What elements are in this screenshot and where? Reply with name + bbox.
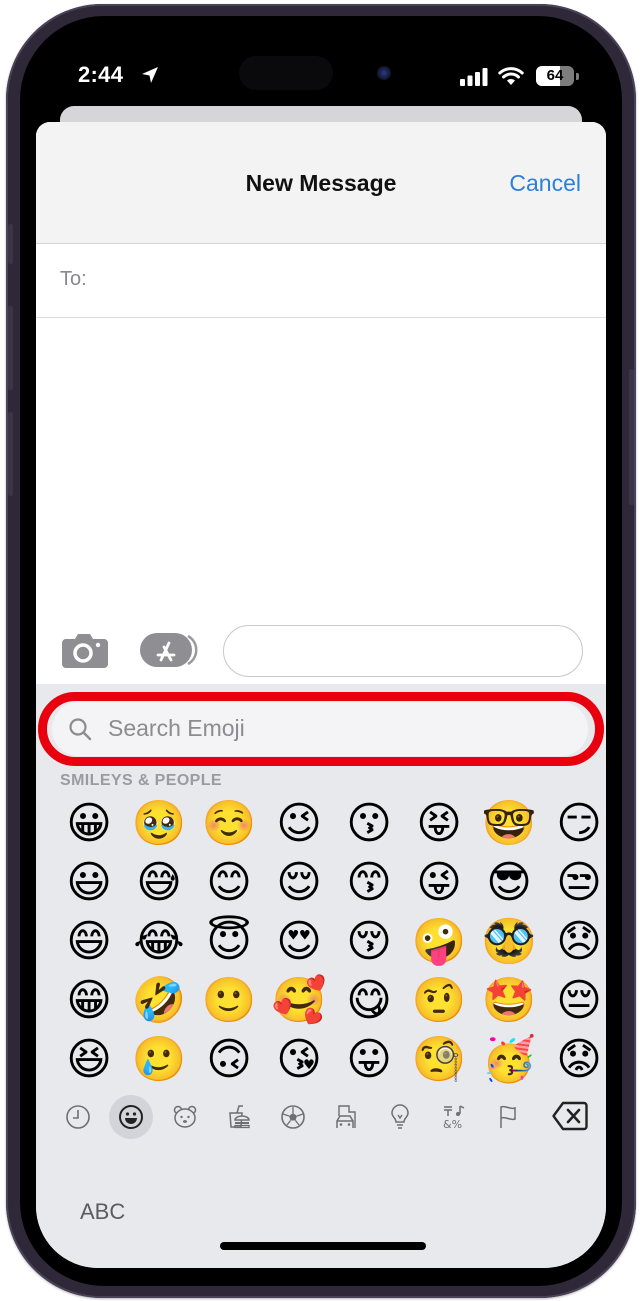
category-objects[interactable] bbox=[378, 1095, 422, 1139]
camera-icon[interactable] bbox=[62, 632, 108, 668]
emoji-key[interactable]: ☺️ bbox=[194, 794, 264, 853]
navigation-bar: New Message Cancel bbox=[36, 122, 606, 244]
emoji-key[interactable]: 😞 bbox=[544, 912, 606, 971]
search-placeholder: Search Emoji bbox=[108, 715, 245, 741]
emoji-key[interactable]: 😍 bbox=[264, 912, 334, 971]
emoji-key[interactable]: 🧐 bbox=[404, 1030, 474, 1089]
emoji-key[interactable]: 😏 bbox=[544, 794, 606, 853]
emoji-key[interactable]: 😊 bbox=[194, 853, 264, 912]
search-emoji-field[interactable]: Search Emoji bbox=[52, 702, 588, 756]
symbols-icon: &% bbox=[443, 1105, 465, 1130]
emoji-key[interactable]: 🤩 bbox=[474, 971, 544, 1030]
volume-down-button bbox=[8, 412, 13, 496]
emoji-key[interactable]: 😉 bbox=[264, 794, 334, 853]
cellular-signal-icon bbox=[460, 68, 488, 86]
clock-icon bbox=[66, 1105, 90, 1129]
compose-bar bbox=[36, 610, 606, 686]
dynamic-island bbox=[239, 56, 333, 90]
side-button bbox=[629, 369, 634, 505]
delete-backspace-icon[interactable] bbox=[552, 1100, 588, 1132]
to-label: To: bbox=[60, 268, 87, 290]
emoji-key[interactable]: 🥳 bbox=[474, 1030, 544, 1089]
category-animals-nature[interactable] bbox=[163, 1095, 207, 1139]
cancel-button[interactable]: Cancel bbox=[509, 170, 581, 197]
battery-percent: 64 bbox=[546, 67, 564, 84]
new-message-sheet: New Message Cancel To: Search Emoji SMIL… bbox=[36, 122, 606, 1268]
category-travel-places[interactable] bbox=[324, 1095, 368, 1139]
emoji-key[interactable]: 😂 bbox=[124, 912, 194, 971]
action-button bbox=[8, 224, 13, 264]
emoji-key[interactable]: 🤪 bbox=[404, 912, 474, 971]
abc-keyboard-button[interactable]: ABC bbox=[80, 1199, 125, 1225]
category-bar: &% bbox=[36, 1092, 606, 1142]
battery-indicator: 64 bbox=[536, 66, 574, 86]
front-camera bbox=[377, 66, 391, 80]
emoji-key[interactable]: 😄 bbox=[54, 912, 124, 971]
emoji-key[interactable]: 😘 bbox=[264, 1030, 334, 1089]
emoji-key[interactable]: 😀 bbox=[54, 794, 124, 853]
emoji-key[interactable]: 😆 bbox=[54, 1030, 124, 1089]
wifi-icon bbox=[498, 67, 524, 85]
emoji-key[interactable]: 🙃 bbox=[194, 1030, 264, 1089]
soccer-ball-icon bbox=[281, 1105, 305, 1129]
emoji-key[interactable]: 🤨 bbox=[404, 971, 474, 1030]
search-icon bbox=[69, 718, 92, 741]
status-bar: 2:44 64 bbox=[36, 36, 606, 106]
emoji-key[interactable]: 😗 bbox=[334, 794, 404, 853]
emoji-key[interactable]: 😃 bbox=[54, 853, 124, 912]
emoji-key[interactable]: 🥰 bbox=[264, 971, 334, 1030]
category-smileys-people[interactable] bbox=[109, 1095, 153, 1139]
emoji-key[interactable]: 😇 bbox=[194, 912, 264, 971]
emoji-grid: 😀 🥹 ☺️ 😉 😗 😝 🤓 😏 😃 😅 😊 😌 😙 😜 😎 😒 😄 😂 😇 😍 😚 🤪 🥸 😞 😁 🤣 🙂 🥰 😋 🤨 🤩 😔 😆 🥲 🙃 😘 😛 🧐 🥳… bbox=[54, 794, 606, 1089]
emoji-key[interactable]: 🙂 bbox=[194, 971, 264, 1030]
svg-text:&%: &% bbox=[443, 1118, 462, 1130]
emoji-key[interactable]: 😁 bbox=[54, 971, 124, 1030]
category-symbols[interactable]: &% bbox=[432, 1095, 476, 1139]
emoji-key[interactable]: 😙 bbox=[334, 853, 404, 912]
emoji-key[interactable]: 😔 bbox=[544, 971, 606, 1030]
emoji-key[interactable]: 😛 bbox=[334, 1030, 404, 1089]
message-input[interactable] bbox=[223, 625, 583, 677]
emoji-key[interactable]: 😚 bbox=[334, 912, 404, 971]
emoji-key[interactable]: 😝 bbox=[404, 794, 474, 853]
emoji-key[interactable]: 😅 bbox=[124, 853, 194, 912]
home-indicator[interactable] bbox=[220, 1242, 426, 1250]
recipient-input[interactable] bbox=[106, 258, 586, 302]
emoji-key[interactable]: 🥲 bbox=[124, 1030, 194, 1089]
category-food-drink[interactable] bbox=[217, 1095, 261, 1139]
emoji-key[interactable]: 😜 bbox=[404, 853, 474, 912]
volume-up-button bbox=[8, 306, 13, 390]
recipient-row: To: bbox=[36, 244, 606, 318]
emoji-key[interactable]: 🥹 bbox=[124, 794, 194, 853]
app-store-icon[interactable] bbox=[140, 632, 198, 668]
category-activity[interactable] bbox=[271, 1095, 315, 1139]
lightbulb-icon bbox=[391, 1104, 409, 1129]
emoji-key[interactable]: 😒 bbox=[544, 853, 606, 912]
emoji-key[interactable]: 😟 bbox=[544, 1030, 606, 1089]
emoji-key[interactable]: 🤣 bbox=[124, 971, 194, 1030]
category-flags[interactable] bbox=[486, 1095, 530, 1139]
smiley-icon bbox=[119, 1105, 143, 1129]
emoji-key[interactable]: 🤓 bbox=[474, 794, 544, 853]
section-label: SMILEYS & PEOPLE bbox=[60, 772, 222, 789]
category-frequently-used[interactable] bbox=[56, 1095, 100, 1139]
emoji-key[interactable]: 🥸 bbox=[474, 912, 544, 971]
emoji-keyboard: Search Emoji SMILEYS & PEOPLE 😀 🥹 ☺️ 😉 😗 😝 🤓 😏 😃… bbox=[36, 684, 606, 1268]
car-building-icon bbox=[336, 1105, 356, 1128]
emoji-key[interactable]: 😋 bbox=[334, 971, 404, 1030]
status-time: 2:44 bbox=[78, 62, 124, 87]
burger-cup-icon bbox=[229, 1105, 250, 1129]
battery-nub bbox=[576, 73, 579, 80]
bear-icon bbox=[173, 1105, 197, 1128]
emoji-key[interactable]: 😎 bbox=[474, 853, 544, 912]
screen: 2:44 64 New Message Cancel To: Search Em… bbox=[36, 36, 606, 1268]
location-arrow-icon bbox=[142, 67, 158, 83]
flag-icon bbox=[500, 1105, 516, 1128]
emoji-key[interactable]: 😌 bbox=[264, 853, 334, 912]
